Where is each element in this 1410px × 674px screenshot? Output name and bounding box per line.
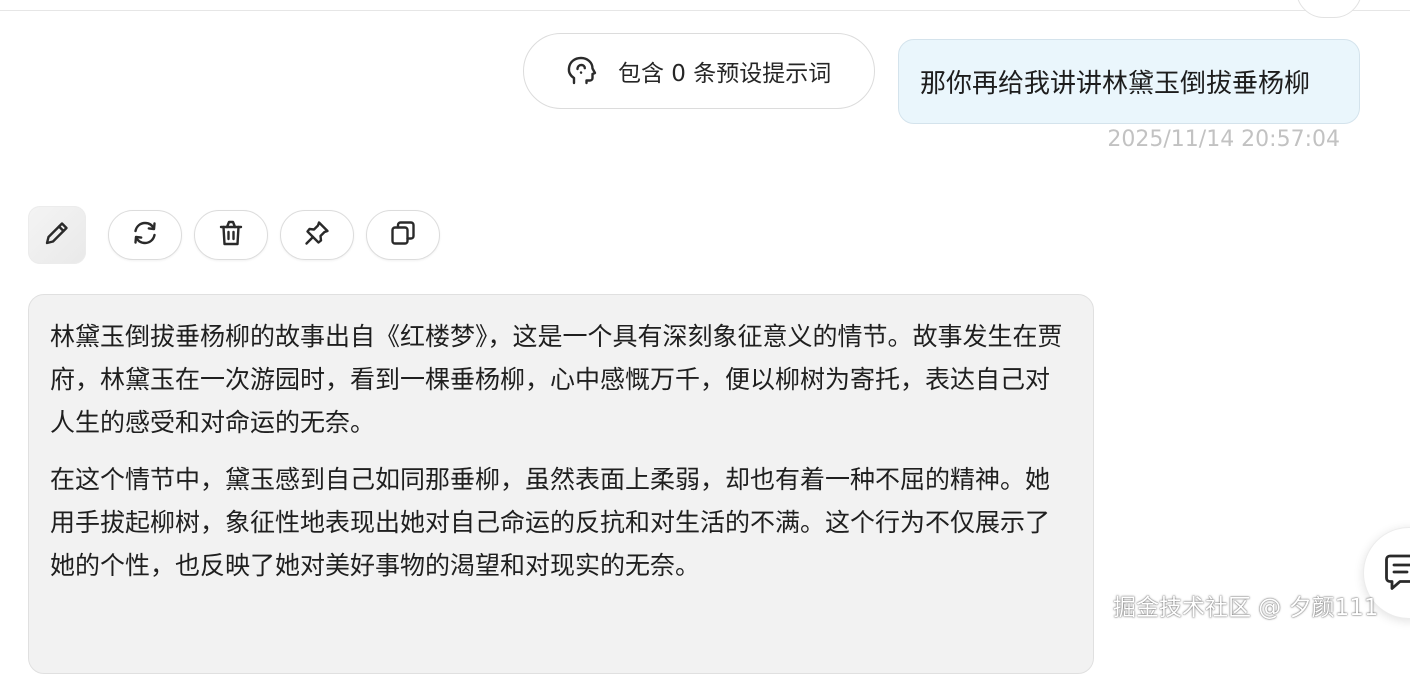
- regenerate-button[interactable]: [108, 210, 182, 260]
- chat-bubble-icon: [1382, 550, 1410, 598]
- copy-button[interactable]: [366, 210, 440, 260]
- pin-icon: [302, 218, 332, 252]
- brain-head-icon: [564, 54, 598, 88]
- top-divider: [0, 10, 1410, 11]
- reply-paragraph: 在这个情节中，黛玉感到自己如同那垂柳，虽然表面上柔弱，却也有着一种不屈的精神。她…: [50, 465, 1051, 580]
- trash-icon: [216, 218, 246, 252]
- pencil-icon: [41, 217, 73, 253]
- assistant-message-card: 林黛玉倒拔垂杨柳的故事出自《红楼梦》，这是一个具有深刻象征意义的情节。故事发生在…: [28, 294, 1094, 674]
- preset-prompts-label: 包含 0 条预设提示词: [618, 61, 832, 87]
- refresh-icon: [130, 218, 160, 252]
- assistant-avatar[interactable]: [28, 206, 86, 264]
- copy-icon: [388, 218, 418, 252]
- delete-button[interactable]: [194, 210, 268, 260]
- reply-paragraph: 林黛玉倒拔垂杨柳的故事出自《红楼梦》，这是一个具有深刻象征意义的情节。故事发生在…: [50, 322, 1063, 437]
- message-timestamp: 2025/11/14 20:57:04: [1107, 127, 1340, 152]
- watermark: 掘金技术社区 @ 夕颜111: [1113, 595, 1379, 621]
- preset-prompts-chip[interactable]: 包含 0 条预设提示词: [523, 33, 875, 109]
- top-corner-button[interactable]: [1296, 0, 1362, 18]
- pin-button[interactable]: [280, 210, 354, 260]
- user-message-bubble: 那你再给我讲讲林黛玉倒拔垂杨柳: [898, 39, 1360, 124]
